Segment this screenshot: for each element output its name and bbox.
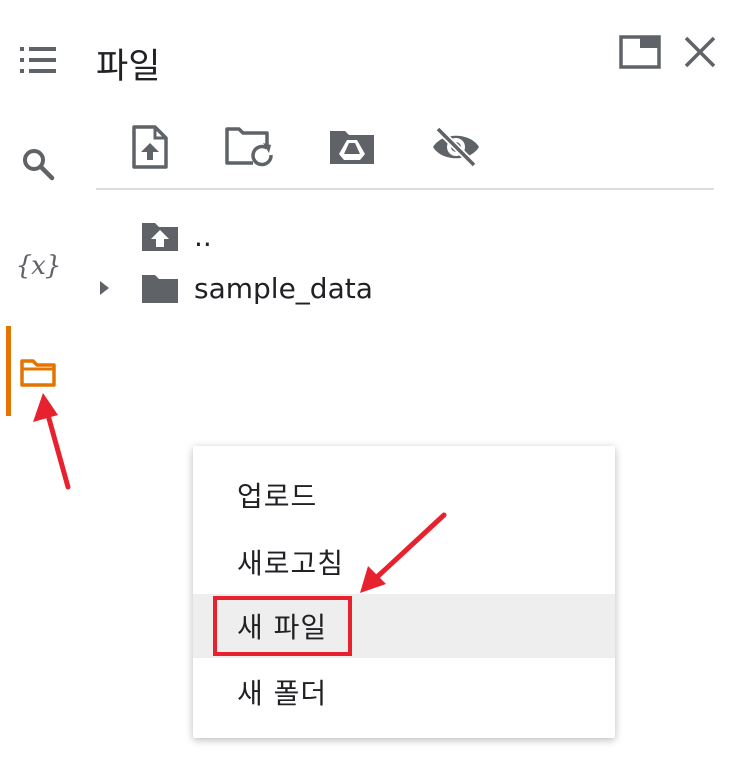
variables-button[interactable]: {x}	[12, 240, 64, 292]
parent-directory-item[interactable]: ..	[96, 212, 696, 260]
left-rail: {x}	[0, 0, 76, 761]
context-menu: 업로드 새로고침 새 파일 새 폴더	[193, 446, 615, 738]
hide-files-button[interactable]	[427, 118, 485, 176]
mount-drive-icon	[330, 131, 374, 164]
search-button[interactable]	[12, 138, 64, 190]
panel-title: 파일	[96, 47, 161, 87]
refresh-button[interactable]	[220, 118, 278, 176]
menu-item-new-file[interactable]: 새 파일	[193, 594, 615, 658]
active-indicator	[6, 326, 11, 416]
mount-drive-button[interactable]	[323, 118, 381, 176]
maximize-icon	[619, 35, 661, 69]
folder-icon	[20, 359, 56, 387]
menu-item-upload[interactable]: 업로드	[193, 463, 615, 527]
tree-item-label: ..	[194, 219, 212, 253]
menu-item-label: 업로드	[237, 480, 318, 513]
menu-item-refresh[interactable]: 새로고침	[193, 530, 615, 594]
search-icon	[23, 149, 55, 181]
files-button[interactable]	[12, 346, 64, 398]
close-button[interactable]	[678, 30, 722, 74]
tree-item-label: sample_data	[194, 271, 373, 305]
expand-arrow-icon[interactable]	[98, 278, 112, 298]
refresh-folder-icon	[225, 127, 273, 167]
toolbar-divider	[96, 188, 714, 190]
folder-icon	[142, 275, 178, 303]
upload-button[interactable]	[121, 118, 179, 176]
table-of-contents-button[interactable]	[12, 34, 64, 86]
maximize-button[interactable]	[618, 30, 662, 74]
hide-files-icon	[433, 126, 479, 168]
folder-up-icon	[142, 223, 178, 251]
variables-icon: {x}	[15, 251, 62, 281]
menu-item-new-folder[interactable]: 새 폴더	[193, 660, 615, 724]
menu-item-label: 새로고침	[237, 547, 345, 580]
menu-item-label: 새 파일	[237, 611, 328, 644]
close-icon	[684, 36, 716, 68]
list-icon	[20, 47, 56, 73]
upload-file-icon	[132, 125, 168, 169]
folder-item-sample-data[interactable]: sample_data	[96, 264, 696, 312]
menu-item-label: 새 폴더	[237, 677, 328, 710]
